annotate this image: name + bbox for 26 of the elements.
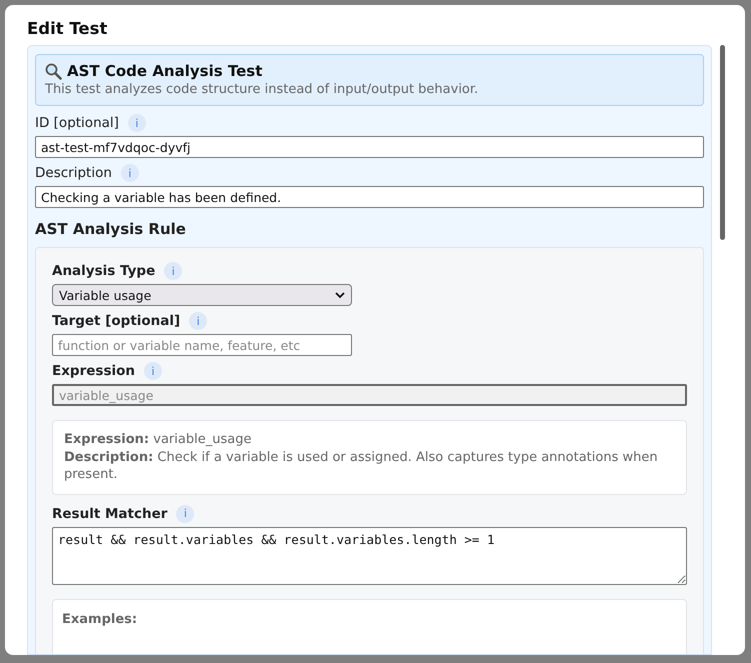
banner-text: This test analyzes code structure instead of input/output behavior. [45, 82, 480, 97]
info-badge[interactable]: i [164, 262, 182, 280]
text-input[interactable]: Checking a variable has been defined. [35, 186, 704, 208]
field-label: ID [optional] [35, 115, 119, 131]
info-badge[interactable]: i [120, 164, 139, 182]
info-badge[interactable]: i [144, 362, 162, 380]
field-label: Result Matcher [52, 506, 168, 522]
chevron-down-icon [335, 292, 345, 298]
scrollbar-thumb[interactable] [720, 45, 725, 240]
info-badge[interactable]: i [176, 504, 194, 523]
target-input[interactable]: function or variable name, feature, etc [52, 334, 352, 356]
section-title: AST Analysis Rule [35, 220, 187, 238]
result-matcher-input[interactable]: result && result.variables && result.variables.length >= 1 [52, 526, 687, 585]
dialog-title: Edit Test [27, 19, 108, 38]
analysis-type-select[interactable]: Variable usage [52, 284, 352, 306]
info-badge[interactable]: i [189, 312, 208, 330]
field-label: Description [35, 165, 112, 181]
text-input[interactable]: ast-test-mf7vdqoc-dyvfj [35, 136, 704, 158]
magnifier-icon [45, 62, 62, 80]
info-badge[interactable]: i [128, 114, 146, 132]
field-label: Target [optional] [52, 313, 180, 329]
field-label: Analysis Type [52, 263, 156, 279]
expression-help: Expression: variable_usage Description: Check if a variable is used or assigned. Also captures type annotations when present. [52, 420, 687, 495]
examples-title: Examples: [62, 612, 138, 627]
banner-title: AST Code Analysis Test [67, 62, 262, 80]
field-label: Expression [52, 363, 135, 379]
